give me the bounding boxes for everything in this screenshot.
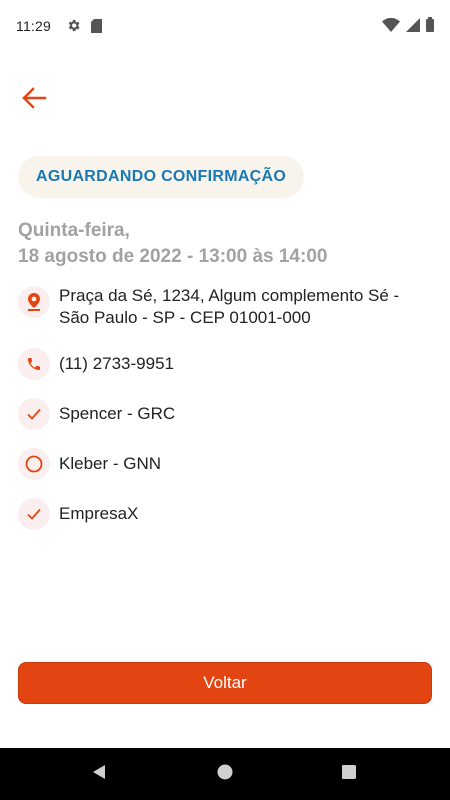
detail-address: Praça da Sé, 1234, Algum complemento Sé …: [18, 286, 399, 329]
square-recents-icon: [342, 764, 356, 784]
participant-name: Kleber - GNN: [59, 454, 162, 473]
detail-company: EmpresaX: [18, 498, 138, 530]
phone-number: (11) 2733-9951: [59, 354, 174, 373]
appointment-date: Quinta-feira, 18 agosto de 2022 - 13:00 …: [18, 218, 327, 270]
back-button[interactable]: [18, 86, 50, 114]
nav-recents-button[interactable]: [319, 748, 379, 800]
arrow-left-icon: [21, 86, 47, 114]
participant-name: Spencer - GRC: [59, 404, 176, 423]
status-left-icons: [66, 18, 102, 38]
triangle-back-icon: [91, 764, 107, 785]
nav-back-button[interactable]: [69, 748, 129, 800]
address-line-1: Praça da Sé, 1234, Algum complemento Sé …: [59, 286, 400, 305]
back-action-label: Voltar: [203, 673, 247, 692]
phone-icon: [18, 348, 50, 380]
status-bar: 11:29: [0, 0, 450, 54]
company-name: EmpresaX: [59, 504, 139, 523]
check-icon: [18, 498, 50, 530]
address-line-2: São Paulo - SP - CEP 01001-000: [59, 308, 311, 327]
circle-home-icon: [217, 764, 233, 785]
status-right-icons: [382, 17, 434, 37]
appointment-weekday: Quinta-feira,: [18, 220, 130, 241]
status-badge: AGUARDANDO CONFIRMAÇÃO: [18, 156, 305, 198]
battery-icon: [426, 17, 434, 37]
wifi-icon: [382, 17, 400, 37]
signal-icon: [406, 17, 420, 37]
circle-icon: [18, 448, 50, 480]
navigation-bar: [0, 748, 450, 800]
settings-icon: [66, 18, 81, 38]
detail-phone[interactable]: (11) 2733-9951: [18, 348, 174, 380]
detail-participant-1: Spencer - GRC: [18, 398, 175, 430]
appointment-datetime: 18 agosto de 2022 - 13:00 às 14:00: [18, 246, 328, 267]
detail-participant-2: Kleber - GNN: [18, 448, 161, 480]
status-time: 11:29: [16, 18, 51, 34]
nav-home-button[interactable]: [195, 748, 255, 800]
sim-card-icon: [91, 18, 102, 38]
check-icon: [18, 398, 50, 430]
status-badge-label: AGUARDANDO CONFIRMAÇÃO: [36, 168, 287, 185]
location-pin-icon: [18, 286, 50, 318]
back-action-button[interactable]: Voltar: [18, 662, 432, 704]
